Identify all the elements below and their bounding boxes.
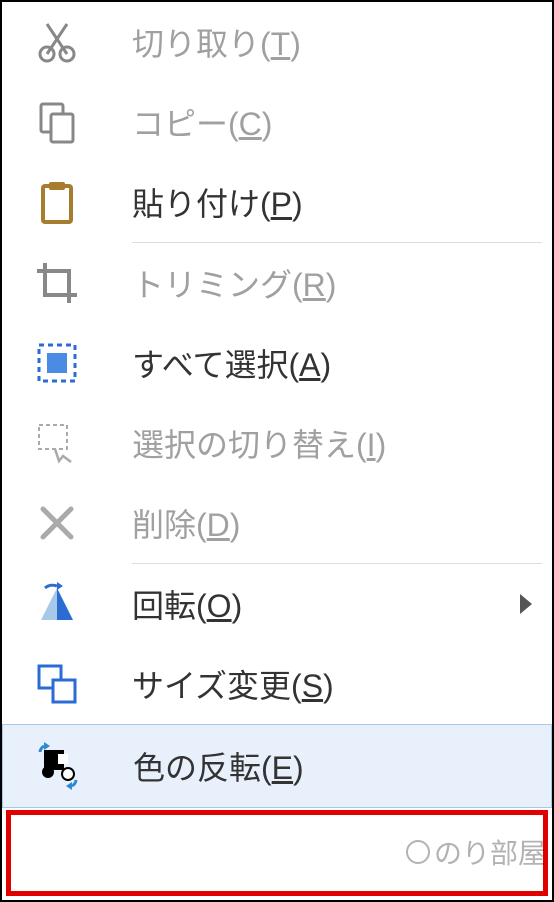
cut-icon — [2, 2, 112, 82]
menu-item-resize[interactable]: サイズ変更(S) — [2, 644, 552, 724]
select-all-icon — [2, 323, 112, 403]
select-toggle-icon — [2, 403, 112, 483]
menu-label: 削除(D) — [132, 500, 240, 546]
invert-icon — [3, 726, 113, 806]
menu-label: 選択の切り替え(I) — [132, 420, 386, 466]
menu-label: 切り取り(T) — [132, 19, 301, 65]
menu-item-paste[interactable]: 貼り付け(P) — [2, 162, 552, 242]
menu-item-cut[interactable]: 切り取り(T) — [2, 2, 552, 82]
menu-item-delete[interactable]: 削除(D) — [2, 483, 552, 563]
submenu-arrow-icon — [520, 594, 532, 614]
menu-item-invert-colors[interactable]: 色の反転(E) — [2, 724, 552, 808]
menu-label: 回転(O) — [132, 581, 242, 627]
paste-icon — [2, 162, 112, 242]
crop-icon — [2, 243, 112, 323]
menu-label: 貼り付け(P) — [132, 179, 303, 225]
menu-label: コピー(C) — [132, 99, 272, 145]
menu-item-select-all[interactable]: すべて選択(A) — [2, 323, 552, 403]
menu-label: 色の反転(E) — [133, 743, 304, 789]
menu-label: サイズ変更(S) — [132, 661, 334, 707]
delete-icon — [2, 483, 112, 563]
resize-icon — [2, 644, 112, 724]
menu-item-select-toggle[interactable]: 選択の切り替え(I) — [2, 403, 552, 483]
rotate-icon — [2, 564, 112, 644]
menu-item-crop[interactable]: トリミング(R) — [2, 243, 552, 323]
menu-item-copy[interactable]: コピー(C) — [2, 82, 552, 162]
context-menu: 切り取り(T) コピー(C) 貼り付け(P) — [2, 2, 552, 900]
menu-label: トリミング(R) — [132, 260, 336, 306]
menu-item-rotate[interactable]: 回転(O) — [2, 564, 552, 644]
menu-label: すべて選択(A) — [132, 340, 331, 386]
copy-icon — [2, 82, 112, 162]
